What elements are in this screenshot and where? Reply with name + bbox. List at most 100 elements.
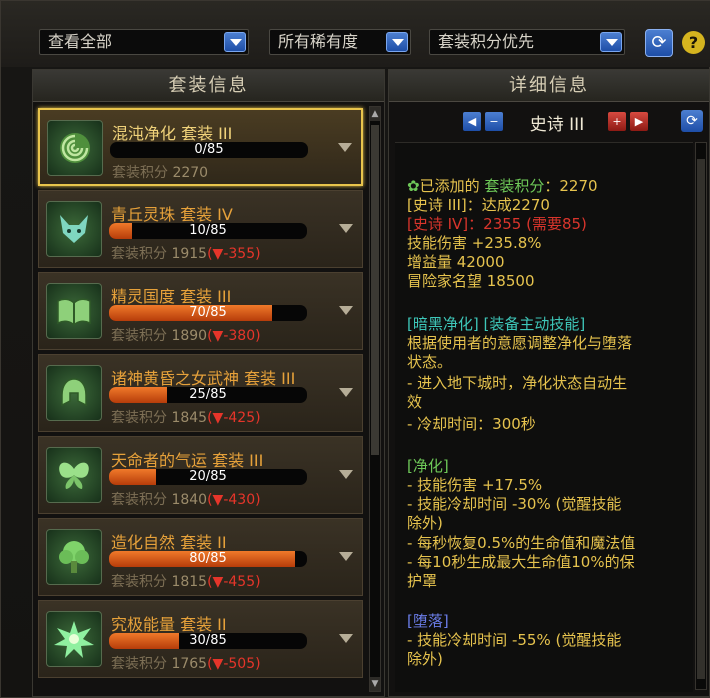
sort-value: 套装积分优先	[438, 32, 535, 51]
set-info-window: 查看全部 所有稀有度 套装积分优先 ⟳ ? 套装信息 混沌净化 套装 III 0/…	[0, 0, 710, 698]
detail-scrollbar[interactable]	[695, 142, 707, 690]
set-list-item[interactable]: 诸神黄昏之女武神 套装 III 25/85 套装积分 1845(▼-425)	[38, 354, 363, 432]
set-list-item[interactable]: 造化自然 套装 II 80/85 套装积分 1815(▼-455)	[38, 518, 363, 596]
epic3-line: [史诗 III]：达成2270	[407, 196, 550, 214]
purify-line: 除外)	[407, 514, 443, 532]
sort-dropdown[interactable]: 套装积分优先	[429, 29, 625, 55]
fox-icon	[46, 201, 102, 257]
expand-arrow-icon[interactable]	[339, 634, 353, 643]
set-score-delta: (▼-505)	[207, 656, 261, 672]
set-score-value: 1815	[171, 574, 208, 590]
fame-line: 冒险家名望 18500	[407, 272, 535, 290]
purify-line: - 每秒恢复0.5%的生命值和魔法值	[407, 534, 636, 552]
next-grade-icon[interactable]: ▶	[630, 112, 648, 131]
set-name: 天命者的气运 套装 III	[111, 451, 264, 470]
set-list-item[interactable]: 混沌净化 套装 III 0/85 套装积分 2270	[38, 108, 363, 186]
set-score-value: 1890	[171, 328, 208, 344]
chevron-down-icon[interactable]	[600, 32, 622, 52]
dark-desc: 根据使用者的意愿调整净化与堕落	[407, 334, 633, 352]
set-score-delta: (▼-430)	[207, 492, 261, 508]
fall-title: [堕落]	[407, 612, 449, 630]
grade-selector: ◀ − 史诗 III + ▶ ⟳	[389, 106, 709, 140]
set-progress-text: 10/85	[189, 223, 227, 238]
set-list-panel: 套装信息 混沌净化 套装 III 0/85 套装积分 2270 青丘灵珠 套装 IV 1…	[32, 69, 385, 697]
butterfly-icon	[46, 447, 102, 503]
minus-grade-icon[interactable]: −	[485, 112, 503, 131]
purify-title: [净化]	[407, 457, 449, 475]
prev-grade-icon[interactable]: ◀	[463, 112, 481, 131]
purify-line: 护罩	[407, 572, 438, 590]
rose-icon	[47, 120, 103, 176]
rarity-filter-value: 所有稀有度	[278, 32, 359, 51]
set-progress-text: 70/85	[189, 305, 227, 320]
dark-line: - 进入地下城时，净化状态自动生	[407, 374, 628, 392]
scroll-thumb[interactable]	[697, 159, 705, 679]
scroll-up-icon[interactable]: ▲	[370, 107, 380, 121]
purify-line: - 每10秒生成最大生命值10%的保	[407, 553, 635, 571]
expand-arrow-icon[interactable]	[339, 306, 353, 315]
view-filter-dropdown[interactable]: 查看全部	[39, 29, 249, 55]
gain-line: 增益量 42000	[407, 253, 505, 271]
book-icon	[46, 283, 102, 339]
set-list-item[interactable]: 青丘灵珠 套装 IV 10/85 套装积分 1915(▼-355)	[38, 190, 363, 268]
dark-line: 效	[407, 393, 423, 411]
set-score-delta: (▼-380)	[207, 328, 261, 344]
set-score-delta: (▼-355)	[207, 246, 261, 262]
added-score-line: ✿已添加的 套装积分：2270	[407, 177, 598, 195]
refresh-icon[interactable]: ⟳	[681, 110, 703, 132]
set-name: 精灵国度 套装 III	[111, 287, 232, 306]
scroll-thumb[interactable]	[371, 125, 379, 455]
detail-content: ✿已添加的 套装积分：2270 [史诗 III]：达成2270 [史诗 IV]：…	[395, 142, 693, 692]
scroll-down-icon[interactable]: ▼	[370, 677, 380, 691]
set-score-value: 1915	[171, 246, 208, 262]
filter-bar: 查看全部 所有稀有度 套装积分优先 ⟳ ?	[1, 1, 710, 67]
dark-desc: 状态。	[407, 353, 453, 371]
set-score-delta: (▼-425)	[207, 410, 261, 426]
grade-label: 史诗 III	[529, 115, 585, 135]
refresh-icon[interactable]: ⟳	[645, 29, 673, 57]
set-list-scrollbar[interactable]: ▲ ▼	[369, 106, 381, 692]
tree-icon	[46, 529, 102, 585]
expand-arrow-icon[interactable]	[339, 224, 353, 233]
set-score-value: 1840	[171, 492, 208, 508]
plus-grade-icon[interactable]: +	[608, 112, 626, 131]
expand-arrow-icon[interactable]	[339, 388, 353, 397]
set-progress-text: 30/85	[189, 633, 227, 648]
help-icon[interactable]: ?	[682, 31, 705, 54]
detail-panel: 详细信息 ◀ − 史诗 III + ▶ ⟳ ✿已添加的 套装积分：2270 [史…	[388, 69, 710, 697]
burst-icon	[46, 611, 102, 667]
expand-arrow-icon[interactable]	[339, 470, 353, 479]
set-name: 混沌净化 套装 III	[112, 124, 233, 143]
purify-line: - 技能冷却时间 -30% (觉醒技能	[407, 495, 622, 513]
set-list-item[interactable]: 天命者的气运 套装 III 20/85 套装积分 1840(▼-430)	[38, 436, 363, 514]
set-progress-bar: 20/85	[109, 469, 307, 485]
set-progress-text: 80/85	[189, 551, 227, 566]
set-progress-text: 25/85	[189, 387, 227, 402]
set-list-item[interactable]: 究极能量 套装 II 30/85 套装积分 1765(▼-505)	[38, 600, 363, 678]
detail-title: 详细信息	[389, 70, 709, 102]
fall-line: - 技能冷却时间 -55% (觉醒技能	[407, 631, 622, 649]
set-progress-bar: 10/85	[109, 223, 307, 239]
set-score: 套装积分 1845(▼-425)	[111, 410, 261, 426]
set-list-item[interactable]: 精灵国度 套装 III 70/85 套装积分 1890(▼-380)	[38, 272, 363, 350]
set-score-value: 2270	[172, 165, 209, 181]
helmet-icon	[46, 365, 102, 421]
epic4-line: [史诗 IV]：2355 (需要85)	[407, 215, 587, 233]
chevron-down-icon[interactable]	[386, 32, 408, 52]
set-progress-bar: 30/85	[109, 633, 307, 649]
chevron-down-icon[interactable]	[224, 32, 246, 52]
fall-line: 除外)	[407, 650, 443, 668]
set-score-delta: (▼-455)	[207, 574, 261, 590]
leaf-icon: ✿	[407, 177, 420, 195]
set-progress-bar: 25/85	[109, 387, 307, 403]
set-score-value: 1765	[171, 656, 208, 672]
set-score: 套装积分 1890(▼-380)	[111, 328, 261, 344]
set-progress-text: 20/85	[189, 469, 227, 484]
expand-arrow-icon[interactable]	[339, 552, 353, 561]
expand-arrow-icon[interactable]	[338, 143, 352, 152]
set-score: 套装积分 1765(▼-505)	[111, 656, 261, 672]
rarity-filter-dropdown[interactable]: 所有稀有度	[269, 29, 411, 55]
view-filter-value: 查看全部	[48, 32, 113, 51]
set-list-title: 套装信息	[33, 70, 384, 102]
skill-damage-line: 技能伤害 +235.8%	[407, 234, 542, 252]
